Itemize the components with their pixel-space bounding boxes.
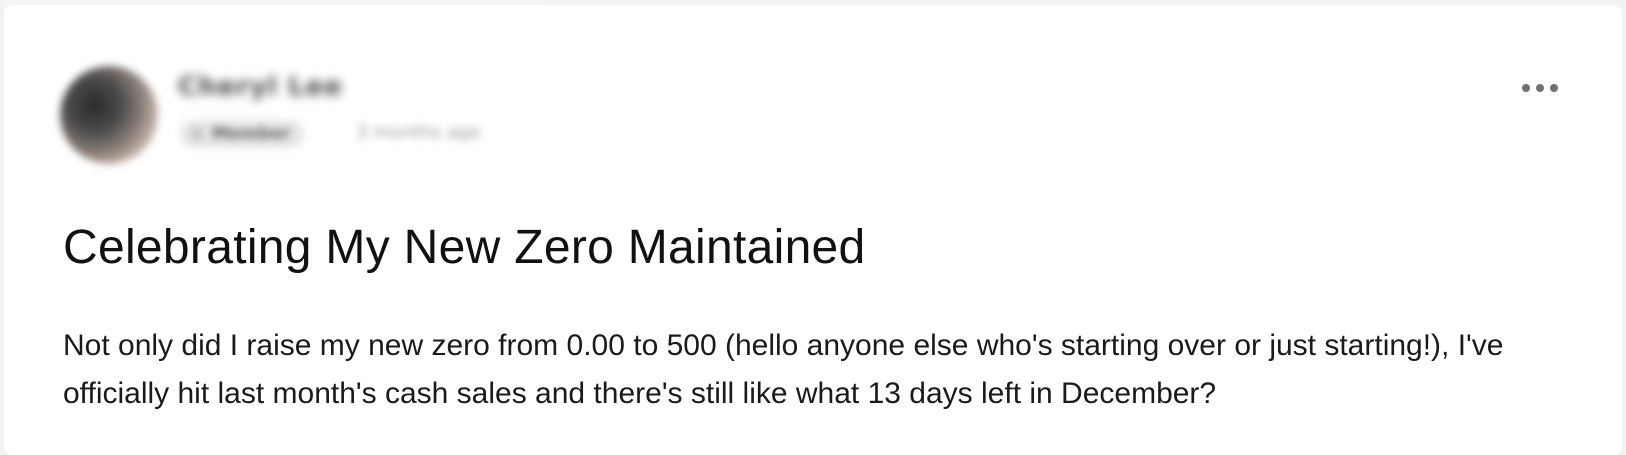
more-horizontal-icon-dot	[1536, 84, 1544, 92]
role-badge: Member	[180, 120, 305, 148]
avatar[interactable]	[60, 66, 158, 164]
post-title: Celebrating My New Zero Maintained	[63, 221, 866, 274]
more-horizontal-icon-dot	[1550, 84, 1558, 92]
more-options-button[interactable]	[1510, 70, 1570, 106]
more-horizontal-icon	[1522, 84, 1530, 92]
post-timestamp: 3 months ago	[356, 122, 481, 143]
role-badge-label: Member	[212, 124, 291, 144]
author-name[interactable]: Cheryl Lee	[178, 72, 343, 102]
post-body: Not only did I raise my new zero from 0.…	[63, 329, 1504, 410]
badge-icon	[190, 127, 204, 141]
